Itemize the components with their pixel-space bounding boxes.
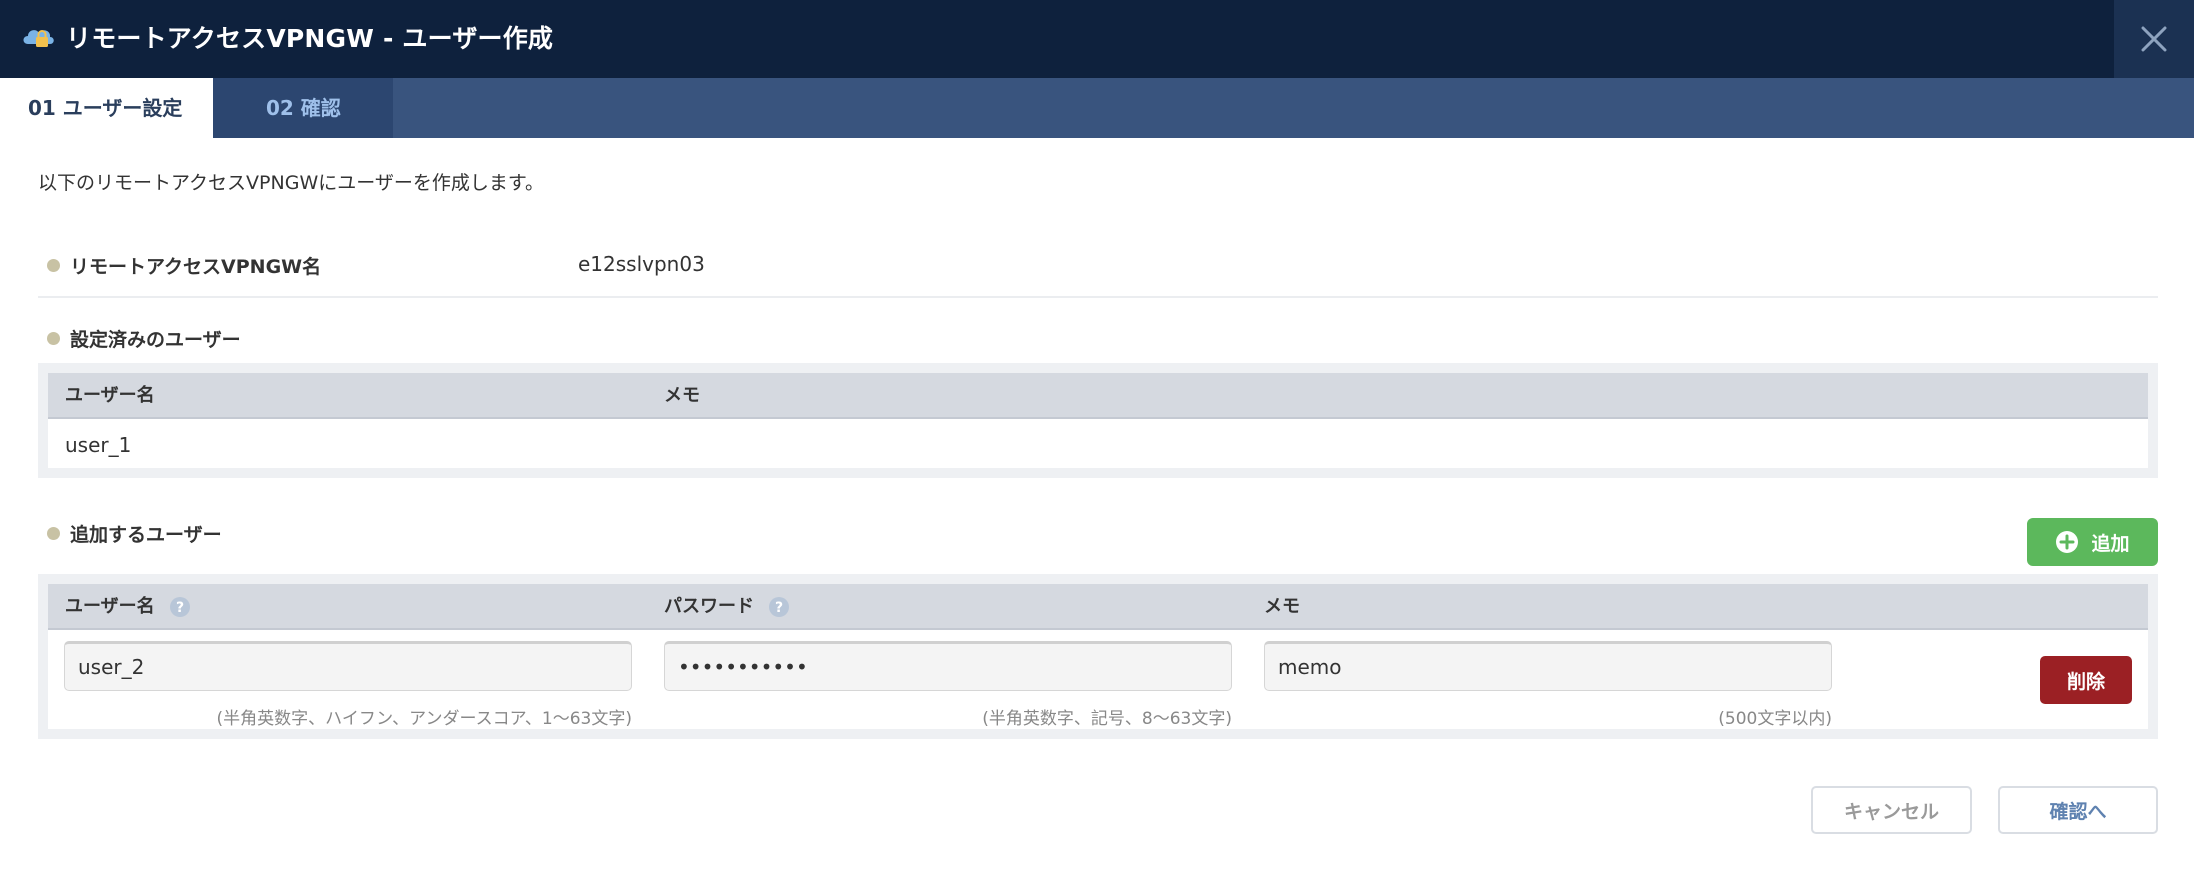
tab-user-settings[interactable]: 01 ユーザー設定: [0, 78, 213, 138]
bullet-icon: [47, 259, 60, 272]
column-memo: メモ: [1264, 596, 1300, 617]
column-username: ユーザー名: [65, 385, 155, 406]
help-icon[interactable]: ?: [768, 596, 790, 618]
add-user-button[interactable]: 追加: [2027, 518, 2158, 566]
username-input[interactable]: [64, 641, 632, 691]
delete-row-button[interactable]: 削除: [2040, 656, 2132, 704]
add-users-table: ユーザー名 ? パスワード ? メモ (半角英数字、ハイフン、アンダースコア、1…: [38, 574, 2158, 739]
add-users-label: 追加するユーザー: [47, 520, 222, 547]
bullet-icon: [47, 332, 60, 345]
username-hint: (半角英数字、ハイフン、アンダースコア、1〜63文字): [216, 709, 632, 729]
existing-users-table: ユーザー名 メモ user_1: [38, 363, 2158, 478]
bullet-icon: [47, 527, 60, 540]
existing-users-label: 設定済みのユーザー: [47, 325, 241, 352]
divider: [38, 296, 2158, 298]
table-header: ユーザー名 メモ: [48, 373, 2148, 419]
vpngw-name-label: リモートアクセスVPNGW名: [47, 252, 321, 279]
vpngw-name-value: e12sslvpn03: [578, 252, 705, 276]
password-hint: (半角英数字、記号、8〜63文字): [982, 709, 1232, 729]
plus-circle-icon: [2056, 531, 2079, 553]
table-header: ユーザー名 ? パスワード ? メモ: [48, 584, 2148, 630]
intro-text: 以下のリモートアクセスVPNGWにユーザーを作成します。: [38, 172, 544, 194]
close-button[interactable]: [2114, 0, 2194, 78]
cancel-button[interactable]: キャンセル: [1811, 786, 1972, 834]
svg-text:?: ?: [775, 600, 783, 616]
cloud-lock-icon: [23, 30, 54, 47]
next-confirm-button[interactable]: 確認へ: [1998, 786, 2158, 834]
username-cell: user_1: [65, 433, 132, 457]
window-title: リモートアクセスVPNGW - ユーザー作成: [66, 24, 554, 53]
svg-text:?: ?: [176, 600, 184, 616]
help-icon[interactable]: ?: [169, 596, 191, 618]
column-memo: メモ: [664, 385, 700, 406]
tab-confirm[interactable]: 02 確認: [213, 78, 393, 138]
column-password: パスワード ?: [664, 584, 790, 630]
title-bar: リモートアクセスVPNGW - ユーザー作成: [0, 0, 2194, 78]
memo-hint: (500文字以内): [1718, 709, 1832, 729]
column-username: ユーザー名 ?: [65, 584, 191, 630]
step-tabs: 01 ユーザー設定 02 確認: [0, 78, 2194, 138]
memo-input[interactable]: [1264, 641, 1832, 691]
close-icon: [2141, 26, 2167, 52]
password-input[interactable]: [664, 641, 1232, 691]
